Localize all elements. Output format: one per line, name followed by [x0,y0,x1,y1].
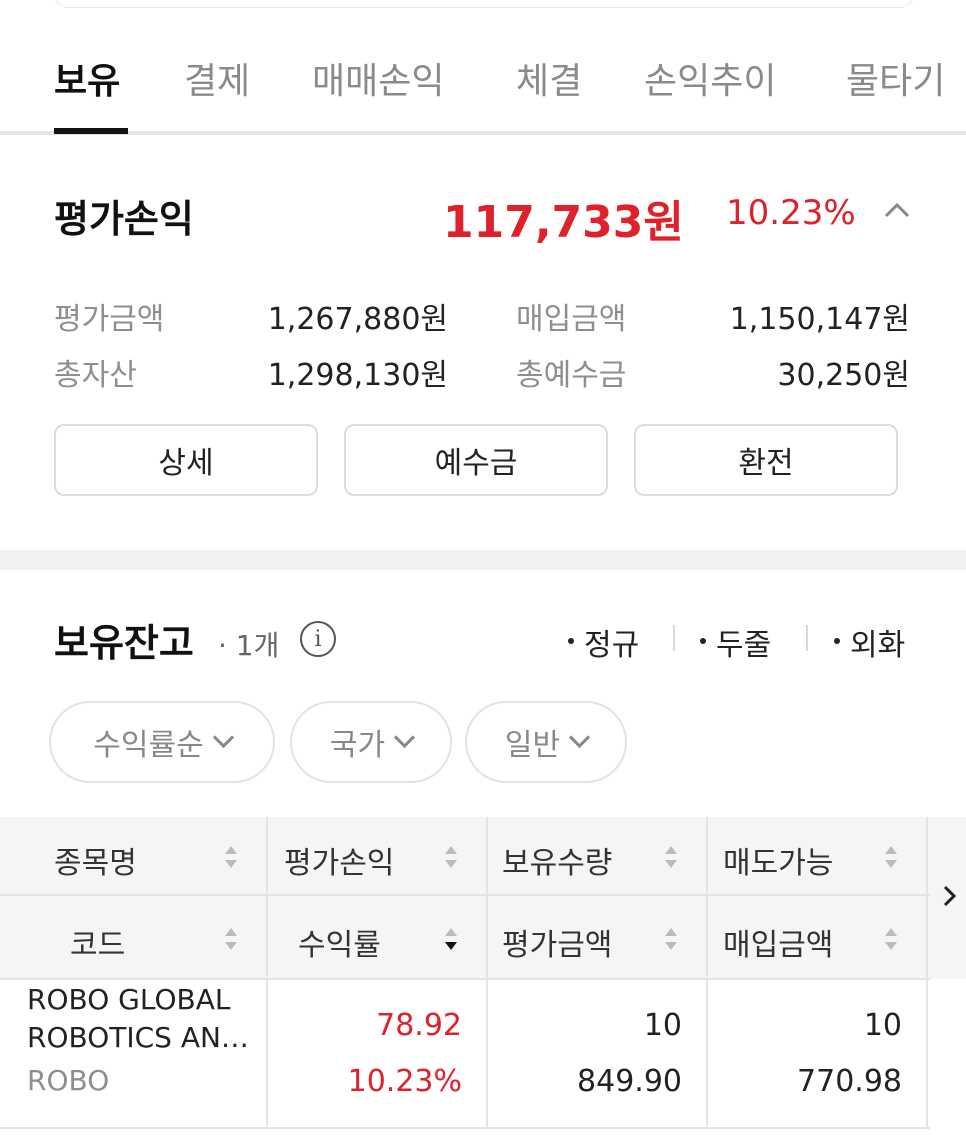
col-header-name[interactable]: 종목명 [54,838,137,882]
buy-amount-value: 1,150,147원 [729,302,910,337]
stock-name-line1: ROBO GLOBAL [27,983,231,1016]
view-option-foreign-currency[interactable]: 외화 [834,620,905,664]
quantity-value: 10 [643,1008,682,1043]
pnl-value: 78.92 [376,1008,462,1043]
sort-icon[interactable] [663,922,679,956]
tab-executions[interactable]: 체결 [516,52,582,104]
sort-icon[interactable] [443,840,459,874]
col-header-buy-amount[interactable]: 매입금액 [723,920,833,964]
tab-pnl-trend[interactable]: 손익추이 [644,52,776,104]
sort-icon[interactable] [663,840,679,874]
view-option-regular[interactable]: 정규 [568,620,639,664]
pnl-rate: 10.23% [726,193,856,233]
header-row-divider [0,894,930,896]
buy-amount-cell: 770.98 [797,1064,902,1099]
country-filter-chip[interactable]: 국가 [290,701,452,783]
section-separator [0,550,966,570]
info-icon[interactable]: i [300,621,336,657]
tab-averaging[interactable]: 물타기 [846,52,945,104]
col-header-quantity[interactable]: 보유수량 [502,838,612,882]
sellable-value: 10 [863,1008,902,1043]
chevron-down-icon [393,726,416,748]
exchange-button[interactable]: 환전 [634,424,898,496]
sort-icon[interactable] [883,922,899,956]
sort-icon[interactable] [883,840,899,874]
pnl-amount: 117,733원 [443,197,684,248]
col-header-sellable[interactable]: 매도가능 [723,838,833,882]
col-header-code[interactable]: 코드 [70,920,125,964]
chevron-up-icon[interactable] [884,200,910,220]
rate-value: 10.23% [347,1064,462,1099]
stock-name-line2: ROBOTICS AN… [27,1021,249,1054]
tab-bar: 보유 결제 매매손익 체결 손익추이 물타기 [0,0,966,136]
column-divider [926,817,928,1129]
chevron-down-icon [212,726,234,748]
legend-divider [806,625,808,651]
chevron-right-icon[interactable] [940,884,958,908]
col-header-pnl[interactable]: 평가손익 [284,838,394,882]
sort-filter-chip[interactable]: 수익률순 [49,701,275,783]
tab-holdings[interactable]: 보유 [54,52,120,104]
col-header-rate[interactable]: 수익률 [298,920,381,964]
tab-trading-pnl[interactable]: 매매손익 [312,52,444,104]
total-deposit-label: 총예수금 [516,358,627,393]
active-tab-indicator [54,128,128,134]
sort-desc-icon[interactable] [443,922,459,956]
legend-divider [673,625,675,651]
eval-amount-cell: 849.90 [577,1064,682,1099]
holdings-count: · 1개 [218,629,280,662]
sort-icon[interactable] [223,840,239,874]
pnl-title: 평가손익 [54,197,194,241]
row-bottom-divider [0,1127,930,1129]
col-header-eval-amount[interactable]: 평가금액 [502,920,612,964]
view-option-two-line[interactable]: 두줄 [700,620,771,664]
tab-divider [0,131,966,135]
detail-button[interactable]: 상세 [54,424,318,496]
account-type-filter-chip[interactable]: 일반 [465,701,627,783]
eval-amount-value: 1,267,880원 [267,302,448,337]
holdings-title: 보유잔고 [54,621,194,665]
eval-amount-label: 평가금액 [54,302,165,337]
buy-amount-label: 매입금액 [516,302,627,337]
total-deposit-value: 30,250원 [777,358,910,393]
chevron-down-icon [568,726,591,748]
tab-settlement[interactable]: 결제 [184,52,250,104]
stock-code: ROBO [27,1064,110,1097]
total-assets-value: 1,298,130원 [267,358,448,393]
total-assets-label: 총자산 [54,358,137,393]
sort-icon[interactable] [223,922,239,956]
deposit-button[interactable]: 예수금 [344,424,608,496]
